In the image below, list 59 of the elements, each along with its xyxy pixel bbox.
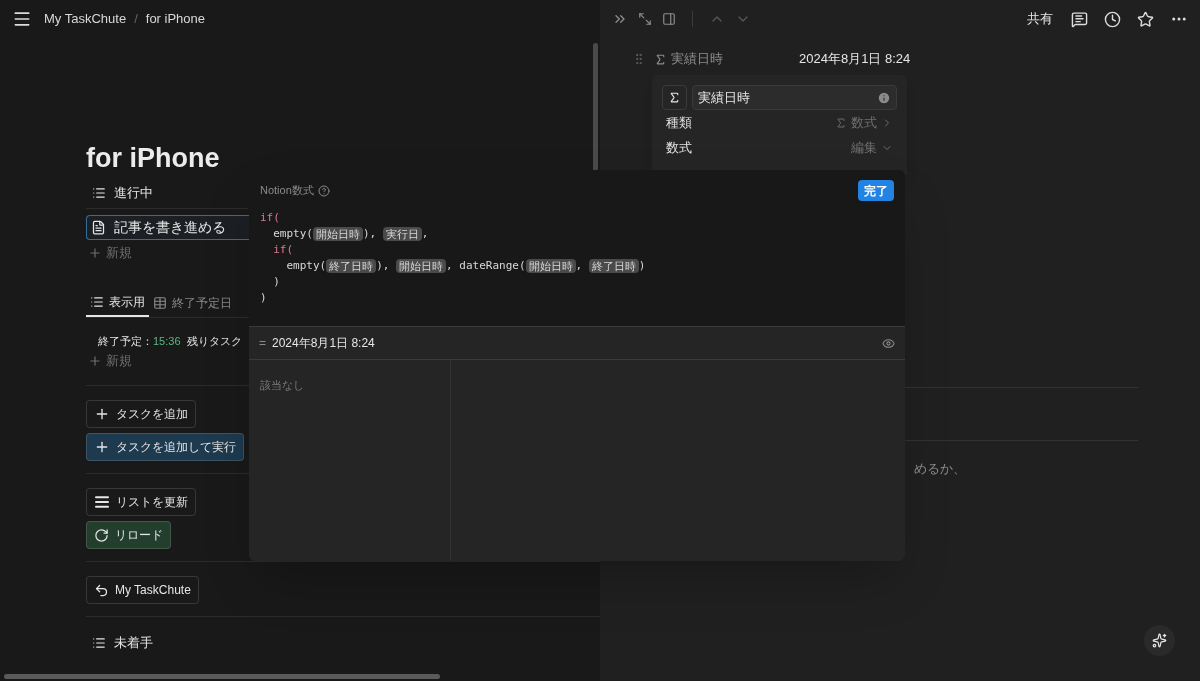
- sigma-icon: [835, 116, 847, 129]
- plus-icon: [94, 406, 110, 422]
- new-item-link[interactable]: 新規: [106, 351, 132, 371]
- property-name: 実績日時: [671, 50, 724, 69]
- property-name-field[interactable]: 実績日時: [692, 85, 897, 110]
- action-button[interactable]: リストを更新: [86, 488, 196, 516]
- done-button[interactable]: 完了: [858, 180, 894, 201]
- star-icon[interactable]: [1137, 10, 1154, 28]
- empty-text: 該当なし: [260, 379, 304, 391]
- action-button[interactable]: リロード: [86, 521, 171, 549]
- plus-icon: [88, 354, 102, 368]
- plus-icon: [94, 439, 110, 455]
- view-tab[interactable]: 終了予定日: [149, 289, 236, 317]
- breadcrumb-separator: /: [134, 10, 138, 29]
- expand-icon[interactable]: [638, 12, 652, 26]
- table-icon: [153, 296, 167, 310]
- action-button[interactable]: タスクを追加して実行: [86, 433, 244, 461]
- ai-button[interactable]: [1144, 625, 1175, 656]
- property-value: 2024年8月1日 8:24: [799, 50, 911, 69]
- share-button[interactable]: 共有: [1027, 9, 1053, 29]
- body-text: めるか、: [914, 460, 967, 478]
- clock-icon[interactable]: [1104, 10, 1121, 28]
- comment-icon[interactable]: [1071, 10, 1088, 28]
- plus-icon: [88, 246, 102, 260]
- info-icon: [877, 90, 891, 105]
- section-heading: 進行中: [114, 184, 153, 203]
- view-tab[interactable]: 表示用: [86, 289, 149, 317]
- list-icon: [94, 494, 110, 510]
- menu-row[interactable]: 数式 編集: [662, 135, 897, 160]
- list-icon: [90, 295, 104, 309]
- task-item[interactable]: 記事を書き進める: [86, 215, 249, 240]
- new-item-link[interactable]: 新規: [106, 243, 132, 263]
- breadcrumb-link[interactable]: My TaskChute: [44, 9, 127, 29]
- breadcrumb-link[interactable]: for iPhone: [145, 9, 206, 29]
- eye-icon[interactable]: [882, 336, 895, 350]
- summary-text: 終了予定：15:36 残りタスク: [98, 335, 242, 347]
- undo-icon: [94, 582, 109, 598]
- help-icon[interactable]: [317, 184, 330, 197]
- action-button[interactable]: My TaskChute: [86, 576, 199, 604]
- sigma-icon: [668, 91, 681, 104]
- sparkle-icon: [1152, 633, 1167, 648]
- editor-title: Notion数式: [260, 183, 314, 199]
- list-icon: [92, 635, 106, 650]
- section-heading: 未着手: [114, 634, 153, 652]
- reload-icon: [94, 527, 109, 543]
- list-icon: [92, 186, 106, 200]
- action-button[interactable]: タスクを追加: [86, 400, 196, 428]
- page-icon: [91, 220, 106, 235]
- sigma-icon-button[interactable]: [662, 85, 687, 110]
- scrollbar[interactable]: [593, 43, 598, 171]
- sigma-icon: [654, 52, 667, 66]
- menu-row[interactable]: 種類 数式: [662, 110, 897, 135]
- page-title: for iPhone: [86, 142, 221, 175]
- result-text: 2024年8月1日 8:24: [272, 335, 376, 352]
- result-prefix: =: [259, 335, 266, 352]
- formula-code[interactable]: if( empty( 開始日時 ), 実行日 , if( empty( 終了日時 ), 開始日時 , dateRange( 開始日時 , 終了日時 ) ) ): [249, 201, 905, 326]
- scrollbar[interactable]: [4, 674, 440, 679]
- menu-icon[interactable]: [12, 9, 32, 29]
- panel-icon[interactable]: [662, 12, 676, 26]
